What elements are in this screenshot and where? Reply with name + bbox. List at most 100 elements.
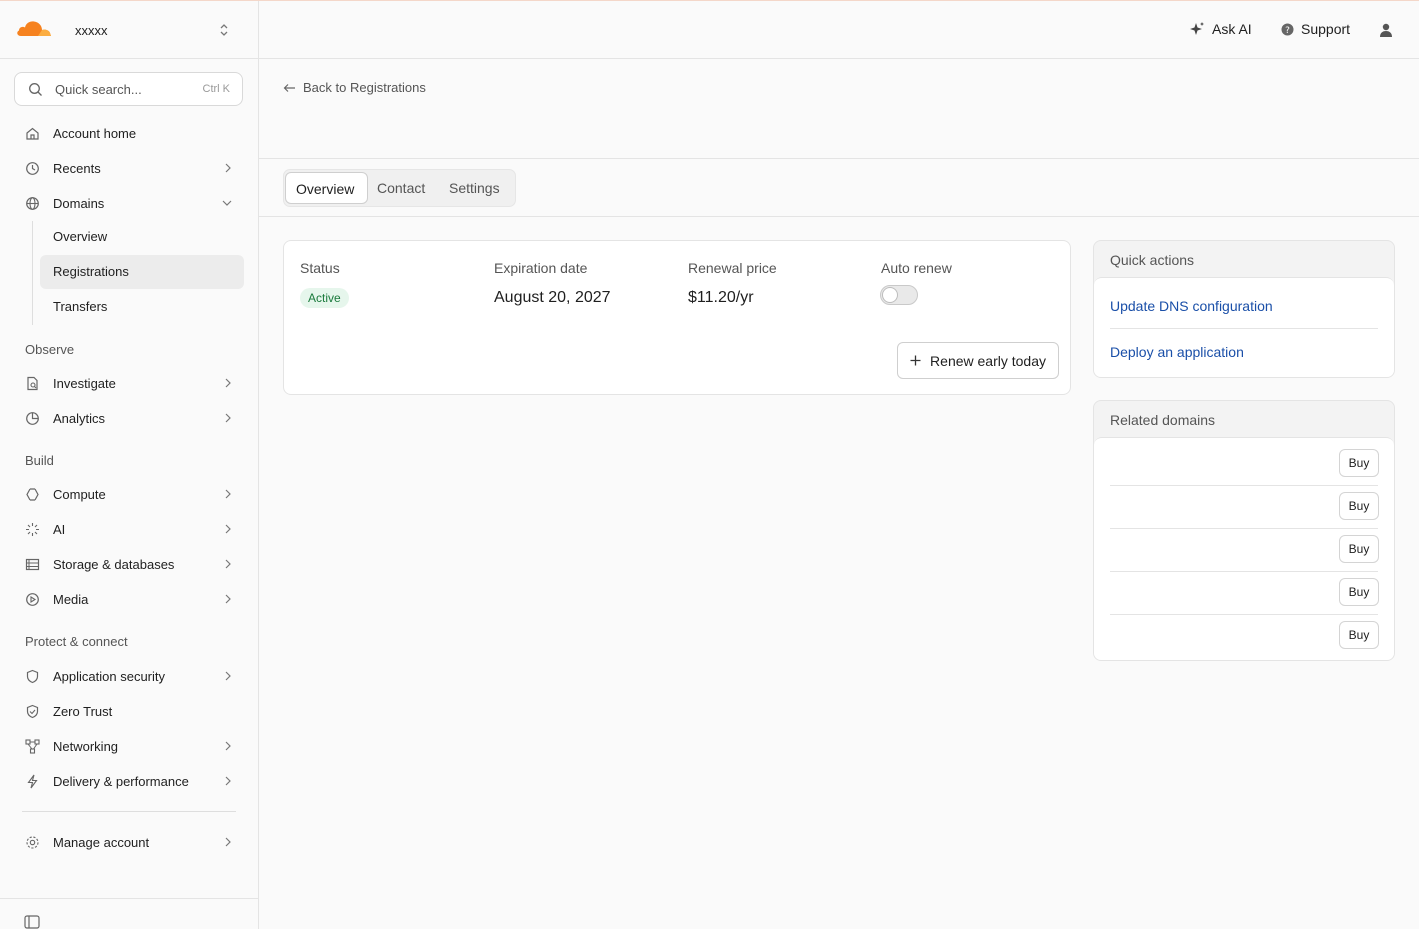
user-avatar-icon[interactable] — [1379, 23, 1393, 37]
sidebar-item-zero-trust[interactable]: Zero Trust — [14, 695, 244, 728]
chevron-right-icon — [224, 671, 232, 681]
related-domains-title: Related domains — [1110, 412, 1216, 428]
home-icon — [25, 126, 40, 141]
sidebar-item-label: Compute — [53, 487, 106, 502]
status-label: Status — [300, 260, 340, 276]
quick-search-input[interactable]: Quick search... Ctrl K — [14, 72, 243, 106]
ai-sparkle-icon — [25, 522, 40, 537]
quick-actions-body: Update DNS configuration Deploy an appli… — [1094, 277, 1394, 377]
buy-button[interactable]: Buy — [1339, 578, 1379, 606]
compute-icon — [25, 487, 40, 502]
clock-icon — [25, 161, 40, 176]
deploy-application-link[interactable]: Deploy an application — [1110, 344, 1244, 360]
ask-ai-button[interactable]: Ask AI — [1189, 21, 1252, 37]
account-name: xxxxx — [75, 23, 108, 38]
related-domain-divider — [1110, 485, 1378, 486]
renew-early-button[interactable]: Renew early today — [897, 342, 1059, 379]
renew-button-label: Renew early today — [930, 352, 1046, 369]
search-icon — [28, 82, 43, 97]
sidebar-subitem-overview[interactable]: Overview — [40, 220, 244, 254]
chevron-right-icon — [224, 559, 232, 569]
registration-status-card: Status Active Expiration date August 20,… — [283, 240, 1071, 395]
auto-renew-toggle[interactable] — [880, 285, 918, 305]
sidebar-item-label: Manage account — [53, 835, 150, 850]
toggle-knob — [882, 287, 898, 303]
related-domain-divider — [1110, 528, 1378, 529]
buy-button[interactable]: Buy — [1339, 621, 1379, 649]
buy-button[interactable]: Buy — [1339, 449, 1379, 477]
auto-renew-label: Auto renew — [881, 260, 952, 276]
sidebar-item-label: Networking — [53, 739, 119, 754]
back-to-registrations-link[interactable]: Back to Registrations — [283, 80, 426, 95]
sidebar-item-label: Account home — [53, 126, 137, 141]
chevron-right-icon — [224, 594, 232, 604]
sidebar-item-domains[interactable]: Domains — [14, 187, 244, 220]
update-dns-link[interactable]: Update DNS configuration — [1110, 298, 1273, 314]
chevron-right-icon — [224, 741, 232, 751]
sidebar-item-label: Zero Trust — [53, 704, 113, 719]
storage-icon — [25, 557, 40, 572]
related-domain-divider — [1110, 614, 1378, 615]
chevron-right-icon — [224, 378, 232, 388]
chevron-right-icon — [224, 776, 232, 786]
sidebar-subitem-label: Overview — [53, 229, 108, 244]
sidebar-item-compute[interactable]: Compute — [14, 478, 244, 511]
sidebar-item-label: AI — [53, 522, 66, 537]
back-link-label: Back to Registrations — [303, 80, 426, 95]
buy-button[interactable]: Buy — [1339, 535, 1379, 563]
quick-actions-panel: Quick actions Update DNS configuration D… — [1093, 240, 1395, 378]
tab-bar: Overview Contact Settings — [283, 169, 516, 207]
sidebar-item-label: Analytics — [53, 411, 106, 426]
header-divider — [259, 158, 1419, 159]
tabs-divider — [259, 216, 1419, 217]
sidebar-item-application-security[interactable]: Application security — [14, 660, 244, 693]
sidebar-item-label: Investigate — [53, 376, 116, 391]
expiration-label: Expiration date — [494, 260, 588, 276]
sidebar-subitem-label: Registrations — [53, 264, 129, 279]
sidebar-footer-divider — [0, 898, 258, 899]
chevron-up-down-icon — [218, 22, 230, 38]
topbar: Ask AI ? Support — [259, 1, 1419, 59]
sidebar-item-investigate[interactable]: Investigate — [14, 367, 244, 400]
arrow-left-icon — [283, 83, 296, 93]
help-circle-icon: ? — [1281, 23, 1294, 36]
play-circle-icon — [25, 592, 40, 607]
cloudflare-logo-icon — [16, 19, 54, 37]
gear-icon — [25, 835, 40, 850]
sidebar-item-storage-databases[interactable]: Storage & databases — [14, 548, 244, 581]
status-badge: Active — [300, 288, 349, 308]
sidebar-item-ai[interactable]: AI — [14, 513, 244, 546]
sidebar-item-label: Application security — [53, 669, 165, 684]
shield-check-icon — [25, 704, 40, 719]
shield-icon — [25, 669, 40, 684]
search-shortcut: Ctrl K — [202, 83, 231, 95]
sidebar-item-manage-account[interactable]: Manage account — [14, 826, 244, 859]
sidebar-subitem-registrations[interactable]: Registrations — [40, 255, 244, 289]
support-button[interactable]: ? Support — [1281, 21, 1350, 37]
sidebar-collapse-icon[interactable] — [24, 915, 40, 929]
related-domains-body: Buy Buy Buy Buy Buy — [1094, 437, 1394, 660]
sidebar-item-recents[interactable]: Recents — [14, 152, 244, 185]
svg-text:?: ? — [1285, 26, 1290, 36]
sidebar-item-label: Storage & databases — [53, 557, 175, 572]
account-switcher[interactable]: xxxxx — [0, 1, 258, 59]
tab-settings[interactable]: Settings — [449, 172, 500, 204]
chevron-right-icon — [224, 837, 232, 847]
chevron-right-icon — [224, 163, 232, 173]
sidebar-item-account-home[interactable]: Account home — [14, 117, 244, 150]
sidebar-subitem-transfers[interactable]: Transfers — [40, 290, 244, 324]
sidebar-item-analytics[interactable]: Analytics — [14, 402, 244, 435]
pie-chart-icon — [25, 411, 40, 426]
renewal-price-value: $11.20/yr — [688, 289, 754, 306]
sparkle-icon — [1189, 21, 1205, 37]
sidebar-item-networking[interactable]: Networking — [14, 730, 244, 763]
tab-contact[interactable]: Contact — [377, 172, 425, 204]
buy-button[interactable]: Buy — [1339, 492, 1379, 520]
chevron-down-icon — [222, 199, 232, 207]
tab-overview[interactable]: Overview — [285, 172, 368, 204]
sidebar-item-label: Recents — [53, 161, 101, 176]
sidebar-item-delivery-performance[interactable]: Delivery & performance — [14, 765, 244, 798]
renewal-price-label: Renewal price — [688, 260, 777, 276]
sidebar-item-media[interactable]: Media — [14, 583, 244, 616]
submenu-guide-line — [32, 221, 33, 325]
